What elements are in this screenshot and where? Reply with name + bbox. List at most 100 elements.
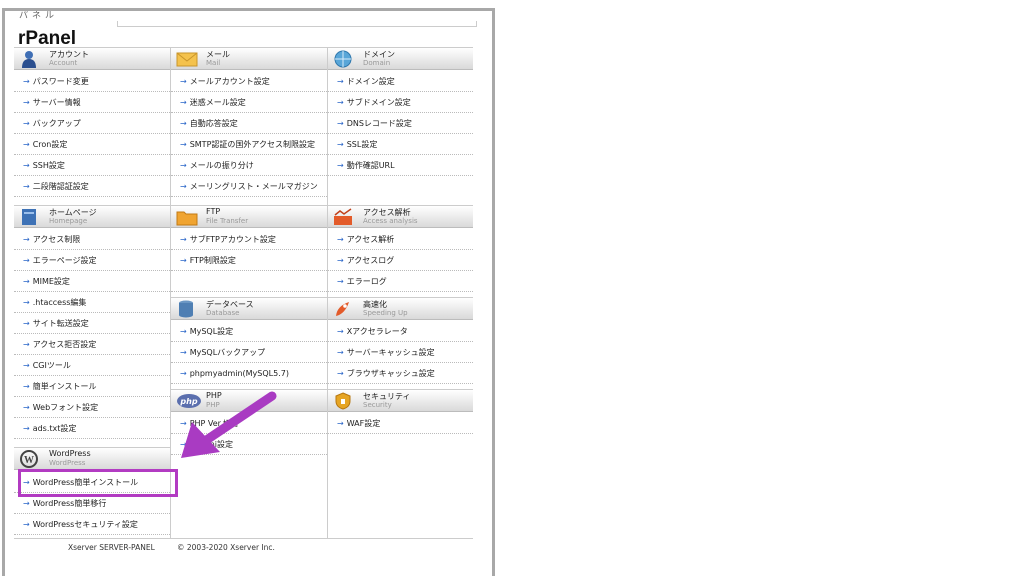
menu-item-php-ini[interactable]: → php.ini設定: [171, 434, 327, 455]
database-icon: [176, 300, 196, 318]
section-header-security: セキュリティ Security: [328, 389, 473, 412]
menu-item-waf[interactable]: → WAF設定: [328, 413, 473, 434]
arrow-right-icon: →: [23, 424, 30, 433]
section-header-wordpress: W WordPress WordPress: [14, 447, 170, 470]
column-right: ドメイン Domain → ドメイン設定 → サブドメイン設定 → DNSレコード設定…: [328, 47, 473, 538]
menu-item-2fa[interactable]: → 二段階認証設定: [14, 176, 170, 197]
menu-item-easy-install[interactable]: → 簡単インストール: [14, 376, 170, 397]
top-bar: [117, 21, 477, 27]
menu-item-access-analysis[interactable]: → アクセス解析: [328, 229, 473, 250]
arrow-right-icon: →: [337, 77, 344, 86]
arrow-right-icon: →: [23, 140, 30, 149]
arrow-right-icon: →: [180, 235, 187, 244]
column-left: アカウント Account → パスワード変更 → サーバー情報 → バックアップ →…: [14, 47, 171, 538]
chart-icon: [333, 208, 353, 226]
menu-item-site-redirect[interactable]: → サイト転送設定: [14, 313, 170, 334]
arrow-right-icon: →: [180, 348, 187, 357]
arrow-right-icon: →: [180, 419, 187, 428]
section-header-account: アカウント Account: [14, 47, 170, 70]
arrow-right-icon: →: [23, 361, 30, 370]
arrow-right-icon: →: [180, 256, 187, 265]
section-subtitle: Domain: [363, 59, 391, 67]
menu-item-php-version[interactable]: → PHP Ver.切替: [171, 413, 327, 434]
menu-item-browser-cache[interactable]: → ブラウザキャッシュ設定: [328, 363, 473, 384]
menu-item-web-font[interactable]: → Webフォント設定: [14, 397, 170, 418]
arrow-right-icon: →: [180, 140, 187, 149]
menu-item-mysql[interactable]: → MySQL設定: [171, 321, 327, 342]
section-subtitle: WordPress: [49, 459, 86, 467]
section-title: FTP: [206, 207, 221, 216]
arrow-right-icon: →: [180, 182, 187, 191]
menu-item-ads-txt[interactable]: → ads.txt設定: [14, 418, 170, 439]
section-header-database: データベース Database: [171, 297, 327, 320]
menu-item-sub-ftp[interactable]: → サブFTPアカウント設定: [171, 229, 327, 250]
menu-item-error-log[interactable]: → エラーログ: [328, 271, 473, 292]
footer-copyright: © 2003-2020 Xserver Inc.: [177, 543, 275, 552]
menu-item-smtp-restriction[interactable]: → SMTP認証の国外アクセス制限設定: [171, 134, 327, 155]
arrow-right-icon: →: [337, 119, 344, 128]
section-header-domain: ドメイン Domain: [328, 47, 473, 70]
rocket-icon: [333, 300, 353, 318]
arrow-right-icon: →: [180, 440, 187, 449]
shield-icon: [333, 392, 353, 410]
arrow-right-icon: →: [180, 119, 187, 128]
menu-item-phpmyadmin[interactable]: → phpmyadmin(MySQL5.7): [171, 363, 327, 384]
menu-item-auto-reply[interactable]: → 自動応答設定: [171, 113, 327, 134]
section-header-php: php PHP PHP: [171, 389, 327, 412]
section-header-speed: 高速化 Speeding Up: [328, 297, 473, 320]
section-header-mail: メール Mail: [171, 47, 327, 70]
menu-item-access-deny[interactable]: → アクセス拒否設定: [14, 334, 170, 355]
menu-item-cgi-tools[interactable]: → CGIツール: [14, 355, 170, 376]
highlight-box: [18, 469, 178, 497]
section-subtitle: PHP: [206, 401, 220, 409]
column-middle: メール Mail → メールアカウント設定 → 迷惑メール設定 → 自動応答設定 → S…: [171, 47, 328, 538]
menu-item-mysql-backup[interactable]: → MySQLバックアップ: [171, 342, 327, 363]
menu-item-ftp-restriction[interactable]: → FTP制限設定: [171, 250, 327, 271]
arrow-right-icon: →: [23, 182, 30, 191]
menu-item-mailing-list[interactable]: → メーリングリスト・メールマガジン: [171, 176, 327, 197]
arrow-right-icon: →: [180, 77, 187, 86]
folder-icon: [176, 208, 198, 226]
user-icon: [19, 50, 39, 68]
arrow-right-icon: →: [337, 277, 344, 286]
menu-item-domain[interactable]: → ドメイン設定: [328, 71, 473, 92]
svg-text:php: php: [179, 397, 197, 406]
arrow-right-icon: →: [23, 382, 30, 391]
menu-item-server-info[interactable]: → サーバー情報: [14, 92, 170, 113]
panel-subtitle: パネル: [19, 11, 59, 21]
arrow-right-icon: →: [23, 520, 30, 529]
menu-item-mail-filter[interactable]: → メールの振り分け: [171, 155, 327, 176]
menu-item-backup[interactable]: → バックアップ: [14, 113, 170, 134]
section-subtitle: Speeding Up: [363, 309, 408, 317]
menu-item-x-accelerator[interactable]: → Xアクセラレータ: [328, 321, 473, 342]
menu-item-mail-account[interactable]: → メールアカウント設定: [171, 71, 327, 92]
menu-item-access-restriction[interactable]: → アクセス制限: [14, 229, 170, 250]
arrow-right-icon: →: [337, 369, 344, 378]
menu-item-cron[interactable]: → Cron設定: [14, 134, 170, 155]
menu-item-access-log[interactable]: → アクセスログ: [328, 250, 473, 271]
section-header-access: アクセス解析 Access analysis: [328, 205, 473, 228]
menu-grid: アカウント Account → パスワード変更 → サーバー情報 → バックアップ →…: [14, 47, 473, 539]
svg-text:W: W: [24, 455, 34, 466]
section-subtitle: Database: [206, 309, 240, 317]
menu-item-spam[interactable]: → 迷惑メール設定: [171, 92, 327, 113]
menu-item-ssh[interactable]: → SSH設定: [14, 155, 170, 176]
wordpress-icon: W: [19, 450, 39, 468]
menu-item-server-cache[interactable]: → サーバーキャッシュ設定: [328, 342, 473, 363]
arrow-right-icon: →: [337, 327, 344, 336]
menu-item-subdomain[interactable]: → サブドメイン設定: [328, 92, 473, 113]
menu-item-dns[interactable]: → DNSレコード設定: [328, 113, 473, 134]
menu-item-ssl[interactable]: → SSL設定: [328, 134, 473, 155]
menu-item-wordpress-security[interactable]: → WordPressセキュリティ設定: [14, 514, 170, 535]
arrow-right-icon: →: [23, 277, 30, 286]
arrow-right-icon: →: [23, 161, 30, 170]
menu-item-mime[interactable]: → MIME設定: [14, 271, 170, 292]
arrow-right-icon: →: [23, 256, 30, 265]
menu-item-check-url[interactable]: → 動作確認URL: [328, 155, 473, 176]
menu-item-error-page[interactable]: → エラーページ設定: [14, 250, 170, 271]
menu-item-password-change[interactable]: → パスワード変更: [14, 71, 170, 92]
arrow-right-icon: →: [23, 319, 30, 328]
menu-item-htaccess[interactable]: → .htaccess編集: [14, 292, 170, 313]
section-subtitle: Access analysis: [363, 217, 418, 225]
section-header-ftp: FTP File Transfer: [171, 205, 327, 228]
